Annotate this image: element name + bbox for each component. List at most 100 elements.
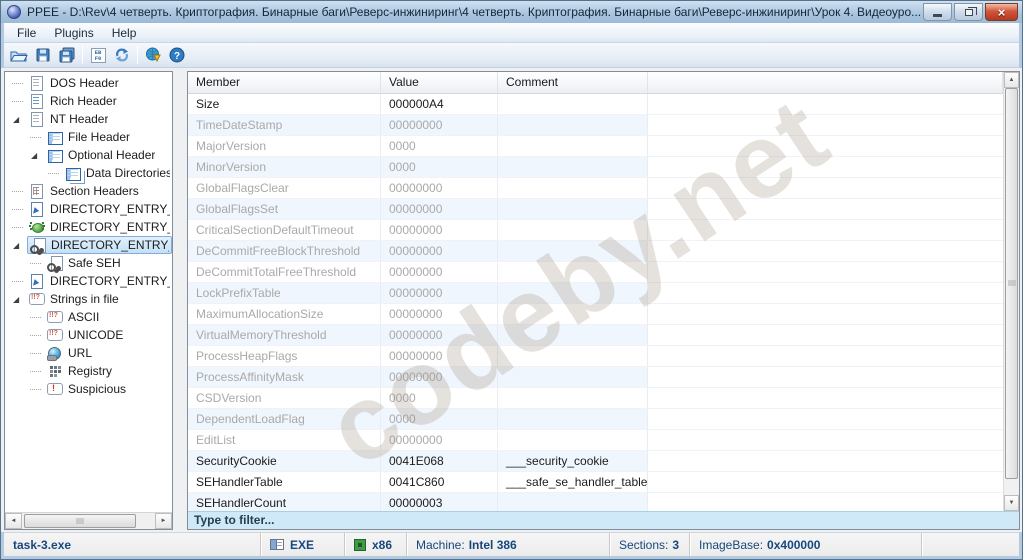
row-filler bbox=[648, 367, 1003, 387]
filter-input[interactable]: Type to filter... bbox=[188, 511, 1019, 529]
menu-item-plugins[interactable]: Plugins bbox=[45, 24, 102, 42]
column-header-value[interactable]: Value bbox=[381, 72, 498, 93]
hex-pattern-button[interactable]: EB F0 bbox=[86, 44, 110, 66]
comment-cell bbox=[498, 325, 648, 345]
tree-item-suspicious[interactable]: Suspicious bbox=[5, 380, 172, 398]
tree-item-directory-entry-impor[interactable]: DIRECTORY_ENTRY_IMPOR bbox=[5, 200, 172, 218]
tree-connector bbox=[48, 172, 59, 174]
member-row-timedatestamp[interactable]: TimeDateStamp 00000000 bbox=[188, 115, 1003, 136]
tree-item-dos-header[interactable]: DOS Header bbox=[5, 74, 172, 92]
expand-triangle-icon[interactable]: ◢ bbox=[10, 295, 19, 304]
expand-triangle-icon[interactable]: ◢ bbox=[10, 115, 19, 124]
column-header-comment[interactable]: Comment bbox=[498, 72, 648, 93]
title-bar: PPEE - D:\Rev\4 четверть. Криптография. … bbox=[1, 1, 1022, 23]
tree-horizontal-scrollbar[interactable]: ◄ ► bbox=[5, 512, 172, 529]
member-row-csdversion[interactable]: CSDVersion 0000 bbox=[188, 388, 1003, 409]
open-file-button[interactable] bbox=[7, 44, 31, 66]
web-update-button[interactable] bbox=[141, 44, 165, 66]
member-row-majorversion[interactable]: MajorVersion 0000 bbox=[188, 136, 1003, 157]
member-row-globalflagsset[interactable]: GlobalFlagsSet 00000000 bbox=[188, 199, 1003, 220]
hex-bytes-icon: EB F0 bbox=[90, 47, 106, 63]
scroll-down-button[interactable]: ▼ bbox=[1004, 495, 1019, 511]
tree-item-data-directories[interactable]: Data Directories bbox=[5, 164, 172, 182]
member-row-virtualmemorythreshold[interactable]: VirtualMemoryThreshold 00000000 bbox=[188, 325, 1003, 346]
tree-item-nt-header[interactable]: ◢ NT Header bbox=[5, 110, 172, 128]
tree-item-label: DOS Header bbox=[50, 76, 119, 90]
save-copy-button[interactable] bbox=[55, 44, 79, 66]
status-machine: Machine: Intel 386 bbox=[406, 533, 609, 556]
member-row-decommitfreeblockthreshold[interactable]: DeCommitFreeBlockThreshold 00000000 bbox=[188, 241, 1003, 262]
member-row-dependentloadflag[interactable]: DependentLoadFlag 0000 bbox=[188, 409, 1003, 430]
svg-text:?: ? bbox=[174, 51, 180, 62]
tree-item-rich-header[interactable]: Rich Header bbox=[5, 92, 172, 110]
close-button[interactable]: × bbox=[985, 3, 1018, 21]
menu-item-help[interactable]: Help bbox=[103, 24, 146, 42]
table-icon bbox=[47, 147, 63, 163]
scroll-track[interactable] bbox=[22, 513, 155, 529]
member-row-maximumallocationsize[interactable]: MaximumAllocationSize 00000000 bbox=[188, 304, 1003, 325]
member-row-processaffinitymask[interactable]: ProcessAffinityMask 00000000 bbox=[188, 367, 1003, 388]
tree-item-body: Strings in file bbox=[27, 290, 172, 308]
member-row-securitycookie[interactable]: SecurityCookie 0041E068 ___security_cookie bbox=[188, 451, 1003, 472]
tree-item-directory-entry-load-[interactable]: ◢ DIRECTORY_ENTRY_LOAD_ bbox=[5, 236, 172, 254]
member-list-panel: codeby.net Member Value Comment Size 000000… bbox=[187, 71, 1020, 530]
help-button[interactable]: ? bbox=[165, 44, 189, 66]
member-row-decommittotalfreethreshold[interactable]: DeCommitTotalFreeThreshold 00000000 bbox=[188, 262, 1003, 283]
restore-button[interactable] bbox=[954, 3, 983, 21]
web-update-icon bbox=[146, 47, 161, 63]
comment-cell bbox=[498, 346, 648, 366]
scroll-left-button[interactable]: ◄ bbox=[5, 513, 22, 529]
column-header-empty[interactable] bbox=[648, 72, 1003, 93]
tree-item-optional-header[interactable]: ◢ Optional Header bbox=[5, 146, 172, 164]
member-row-sehandlercount[interactable]: SEHandlerCount 00000003 bbox=[188, 493, 1003, 511]
comment-cell bbox=[498, 262, 648, 282]
member-row-minorversion[interactable]: MinorVersion 0000 bbox=[188, 157, 1003, 178]
scroll-thumb[interactable] bbox=[24, 514, 136, 528]
list-header: Member Value Comment bbox=[188, 72, 1003, 94]
tree-item-safe-seh[interactable]: Safe SEH bbox=[5, 254, 172, 272]
url-globe-icon bbox=[47, 345, 63, 361]
scroll-thumb[interactable] bbox=[1005, 88, 1018, 479]
member-row-processheapflags[interactable]: ProcessHeapFlags 00000000 bbox=[188, 346, 1003, 367]
comment-cell bbox=[498, 136, 648, 156]
tree-item-registry[interactable]: Registry bbox=[5, 362, 172, 380]
tree-item-directory-entry-debug[interactable]: DIRECTORY_ENTRY_DEBUG bbox=[5, 218, 172, 236]
tree-connector bbox=[12, 208, 23, 210]
member-row-size[interactable]: Size 000000A4 bbox=[188, 94, 1003, 115]
list-vertical-scrollbar[interactable]: ▲ ▼ bbox=[1003, 72, 1019, 511]
member-row-globalflagsclear[interactable]: GlobalFlagsClear 00000000 bbox=[188, 178, 1003, 199]
tree-item-unicode[interactable]: UNICODE bbox=[5, 326, 172, 344]
tree-item-label: Registry bbox=[68, 364, 113, 378]
help-icon: ? bbox=[169, 47, 185, 63]
menu-item-file[interactable]: File bbox=[8, 24, 45, 42]
scroll-up-button[interactable]: ▲ bbox=[1004, 72, 1019, 88]
status-sections-value: 3 bbox=[672, 537, 680, 552]
scroll-track[interactable] bbox=[1004, 88, 1019, 495]
expand-triangle-icon[interactable]: ◢ bbox=[28, 151, 37, 160]
tree-item-url[interactable]: URL bbox=[5, 344, 172, 362]
document-blue-icon bbox=[29, 93, 45, 109]
tree-item-strings-in-file[interactable]: ◢ Strings in file bbox=[5, 290, 172, 308]
tree-item-file-header[interactable]: File Header bbox=[5, 128, 172, 146]
refresh-button[interactable] bbox=[110, 44, 134, 66]
tree-item-body: Suspicious bbox=[45, 380, 172, 398]
member-row-criticalsectiondefaulttimeout[interactable]: CriticalSectionDefaultTimeout 00000000 bbox=[188, 220, 1003, 241]
member-row-editlist[interactable]: EditList 00000000 bbox=[188, 430, 1003, 451]
panel-splitter[interactable] bbox=[173, 71, 187, 530]
minimize-button[interactable] bbox=[923, 3, 952, 21]
tree-item-ascii[interactable]: ASCII bbox=[5, 308, 172, 326]
save-button[interactable] bbox=[31, 44, 55, 66]
column-header-member[interactable]: Member bbox=[188, 72, 381, 93]
tree-item-label: NT Header bbox=[50, 112, 109, 126]
tree-item-section-headers[interactable]: Section Headers bbox=[5, 182, 172, 200]
registry-grid-icon bbox=[47, 363, 63, 379]
member-row-lockprefixtable[interactable]: LockPrefixTable 00000000 bbox=[188, 283, 1003, 304]
app-window: PPEE - D:\Rev\4 четверть. Криптография. … bbox=[0, 0, 1023, 560]
expand-triangle-icon[interactable]: ◢ bbox=[10, 241, 19, 250]
scroll-right-button[interactable]: ► bbox=[155, 513, 172, 529]
member-row-sehandlertable[interactable]: SEHandlerTable 0041C860 ___safe_se_handler… bbox=[188, 472, 1003, 493]
tree-item-body: DIRECTORY_ENTRY_IAT bbox=[27, 272, 172, 290]
tree-item-directory-entry-iat[interactable]: DIRECTORY_ENTRY_IAT bbox=[5, 272, 172, 290]
tree-item-body: URL bbox=[45, 344, 172, 362]
tree-connector bbox=[30, 262, 41, 264]
